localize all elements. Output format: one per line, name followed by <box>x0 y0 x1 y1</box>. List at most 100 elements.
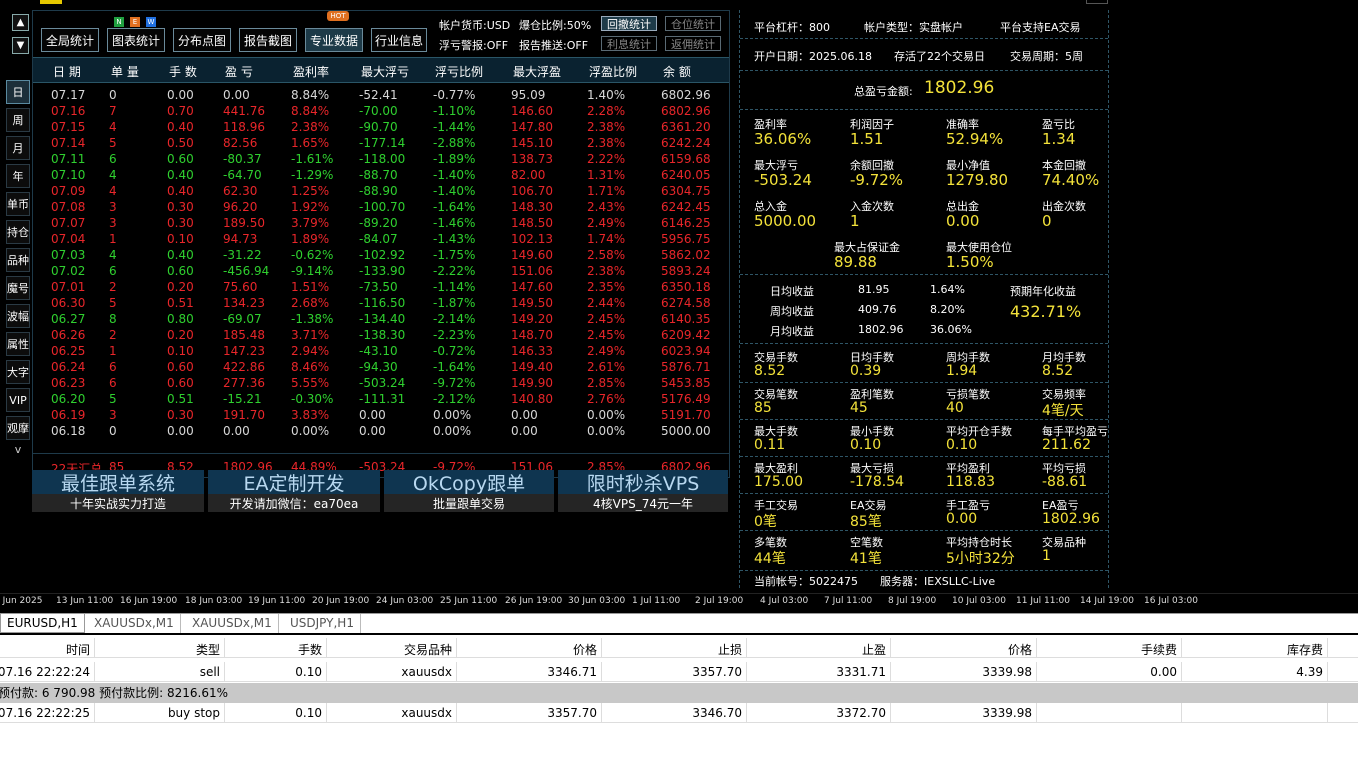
chart-tab-0[interactable]: EURUSD,H1 <box>0 614 85 633</box>
report-push: 报告推送:OFF <box>519 39 589 52</box>
table-row: 07.10 4 0.40 -64.70 -1.29% -88.70 -1.40% 82.00 1… <box>33 167 729 183</box>
col-separator <box>1181 638 1182 658</box>
cell-bal: 6350.18 <box>661 280 711 294</box>
nav-tab-12[interactable]: 观摩 <box>6 416 30 440</box>
nav-tab-11[interactable]: VIP <box>6 388 30 412</box>
table-row: 06.24 6 0.60 422.86 8.46% -94.30 -1.64% 149.40 2… <box>33 359 729 375</box>
scroll-up-button[interactable]: ▲ <box>12 14 29 31</box>
distribution-button[interactable]: 分布点图 <box>173 28 231 52</box>
order-row[interactable]: 25.07.16 22:22:24 sell 0.10 xauusdx 3346.71 3… <box>0 662 1358 682</box>
stat-value: 175.00 <box>754 474 803 490</box>
promo-banner-0[interactable]: 最佳跟单系统 十年实战实力打造 <box>32 470 204 514</box>
cell-pnl: 189.50 <box>223 216 265 230</box>
cell-fppct: 2.49% <box>587 344 626 358</box>
nav-tab-4[interactable]: 单币 <box>6 192 30 216</box>
col-separator <box>601 662 602 682</box>
chart-tab-2[interactable]: XAUUSDx,M1 <box>186 614 279 633</box>
cell-pnl: 96.20 <box>223 200 258 214</box>
cell-count: 6 <box>109 360 117 374</box>
order-cell: xauusdx <box>401 665 452 679</box>
col-header-lots: 手 数 <box>169 65 197 79</box>
cell-date: 07.03 <box>51 248 86 262</box>
cell-date: 07.09 <box>51 184 86 198</box>
cell-bal: 6140.35 <box>661 312 711 326</box>
income-percent: 36.06% <box>930 323 972 336</box>
cell-maxfp: 148.70 <box>511 328 553 342</box>
nav-tab-2[interactable]: 月 <box>6 136 30 160</box>
promo-banner-2[interactable]: OkCopy跟单 批量跟单交易 <box>384 470 554 514</box>
nav-tab-8[interactable]: 波幅 <box>6 304 30 328</box>
global-stats-button[interactable]: 全局统计 <box>41 28 99 52</box>
cell-bal: 5956.75 <box>661 232 711 246</box>
order-row[interactable]: 25.07.16 22:22:25 buy stop 0.10 xauusdx 3357… <box>0 703 1358 723</box>
expand-chevron-icon[interactable]: v <box>6 444 30 458</box>
nav-tab-10[interactable]: 大字 <box>6 360 30 384</box>
chart-tab-3[interactable]: USDJPY,H1 <box>284 614 361 633</box>
stat-value: 52.94% <box>946 130 1004 148</box>
promo-subtitle: 4核VPS_74元一年 <box>558 494 728 512</box>
cell-maxfp: 148.30 <box>511 200 553 214</box>
nav-tab-9[interactable]: 属性 <box>6 332 30 356</box>
chart-stats-button[interactable]: 图表统计 <box>107 28 165 52</box>
time-tick: 10 Jul 03:00 <box>952 596 1006 606</box>
panel-corner-button[interactable] <box>1086 0 1108 4</box>
col-separator <box>1181 703 1182 723</box>
cell-rate: -0.62% <box>291 248 334 262</box>
survived-days: 存活了22个交易日 <box>894 50 985 63</box>
cell-date: 06.26 <box>51 328 86 342</box>
time-tick: 16 Jun 19:00 <box>120 596 178 606</box>
cell-maxfp: 145.10 <box>511 136 553 150</box>
server-name: 服务器：IEXSLLC-Live <box>880 575 996 588</box>
new-badge-w: W <box>146 17 156 27</box>
col-header-date: 日 期 <box>53 65 81 79</box>
cell-bal: 5000.00 <box>661 424 711 438</box>
cell-pnl: 75.60 <box>223 280 258 294</box>
cell-count: 3 <box>109 200 117 214</box>
rebate-stats-button[interactable]: 返佣统计 <box>665 36 721 51</box>
table-row: 07.02 6 0.60 -456.94 -9.14% -133.90 -2.22% 151.… <box>33 263 729 279</box>
industry-info-button[interactable]: 行业信息 <box>371 28 427 52</box>
cell-fppct: 2.38% <box>587 120 626 134</box>
promo-banner-3[interactable]: 限时秒杀VPS 4核VPS_74元一年 <box>558 470 728 514</box>
col-separator <box>94 638 95 658</box>
promo-banner-1[interactable]: EA定制开发 开发请加微信：ea70ea <box>208 470 380 514</box>
nav-tab-7[interactable]: 魔号 <box>6 276 30 300</box>
nav-tab-1[interactable]: 周 <box>6 108 30 132</box>
cell-pnl: -15.21 <box>223 392 262 406</box>
cell-lots: 0.60 <box>167 376 194 390</box>
nav-tab-5[interactable]: 持仓 <box>6 220 30 244</box>
stat-value: -9.72% <box>850 171 904 189</box>
promo-subtitle: 批量跟单交易 <box>384 494 554 512</box>
cell-date: 07.17 <box>51 88 86 102</box>
cell-pnl: -64.70 <box>223 168 262 182</box>
stat-value: 211.62 <box>1042 437 1091 453</box>
cell-rate: 2.94% <box>291 344 330 358</box>
pro-data-button[interactable]: 专业数据 <box>305 28 363 52</box>
cell-maxdd: -133.90 <box>359 264 406 278</box>
cell-ddpct: -2.14% <box>433 312 476 326</box>
nav-tab-6[interactable]: 品种 <box>6 248 30 272</box>
account-summary-panel: 平台杠杆：800 帐户类型：实盘帐户 平台支持EA交易 开户日期：2025.06.18… <box>739 10 1109 588</box>
total-pnl-value: 1802.96 <box>924 78 995 98</box>
cell-maxdd: -88.90 <box>359 184 398 198</box>
new-badge-n: N <box>114 17 124 27</box>
scroll-down-button[interactable]: ▼ <box>12 37 29 54</box>
chart-tab-1[interactable]: XAUUSDx,M1 <box>88 614 181 633</box>
report-screenshot-button[interactable]: 报告截图 <box>239 28 297 52</box>
cell-maxdd: -94.30 <box>359 360 398 374</box>
cell-maxdd: -134.40 <box>359 312 406 326</box>
col-separator <box>224 638 225 658</box>
nav-tab-3[interactable]: 年 <box>6 164 30 188</box>
trading-period: 交易周期：5周 <box>1010 50 1083 63</box>
cell-maxfp: 106.70 <box>511 184 553 198</box>
interest-stats-button[interactable]: 利息统计 <box>601 36 657 51</box>
stat-value: 0.11 <box>754 437 786 453</box>
position-stats-button[interactable]: 仓位统计 <box>665 16 721 31</box>
col-separator <box>746 662 747 682</box>
drawdown-stats-button[interactable]: 回撤统计 <box>601 16 657 31</box>
cell-fppct: 0.00% <box>587 408 626 422</box>
cell-count: 1 <box>109 344 117 358</box>
promo-subtitle: 开发请加微信：ea70ea <box>208 494 380 512</box>
cell-rate: 1.51% <box>291 280 330 294</box>
nav-tab-0[interactable]: 日 <box>6 80 30 104</box>
